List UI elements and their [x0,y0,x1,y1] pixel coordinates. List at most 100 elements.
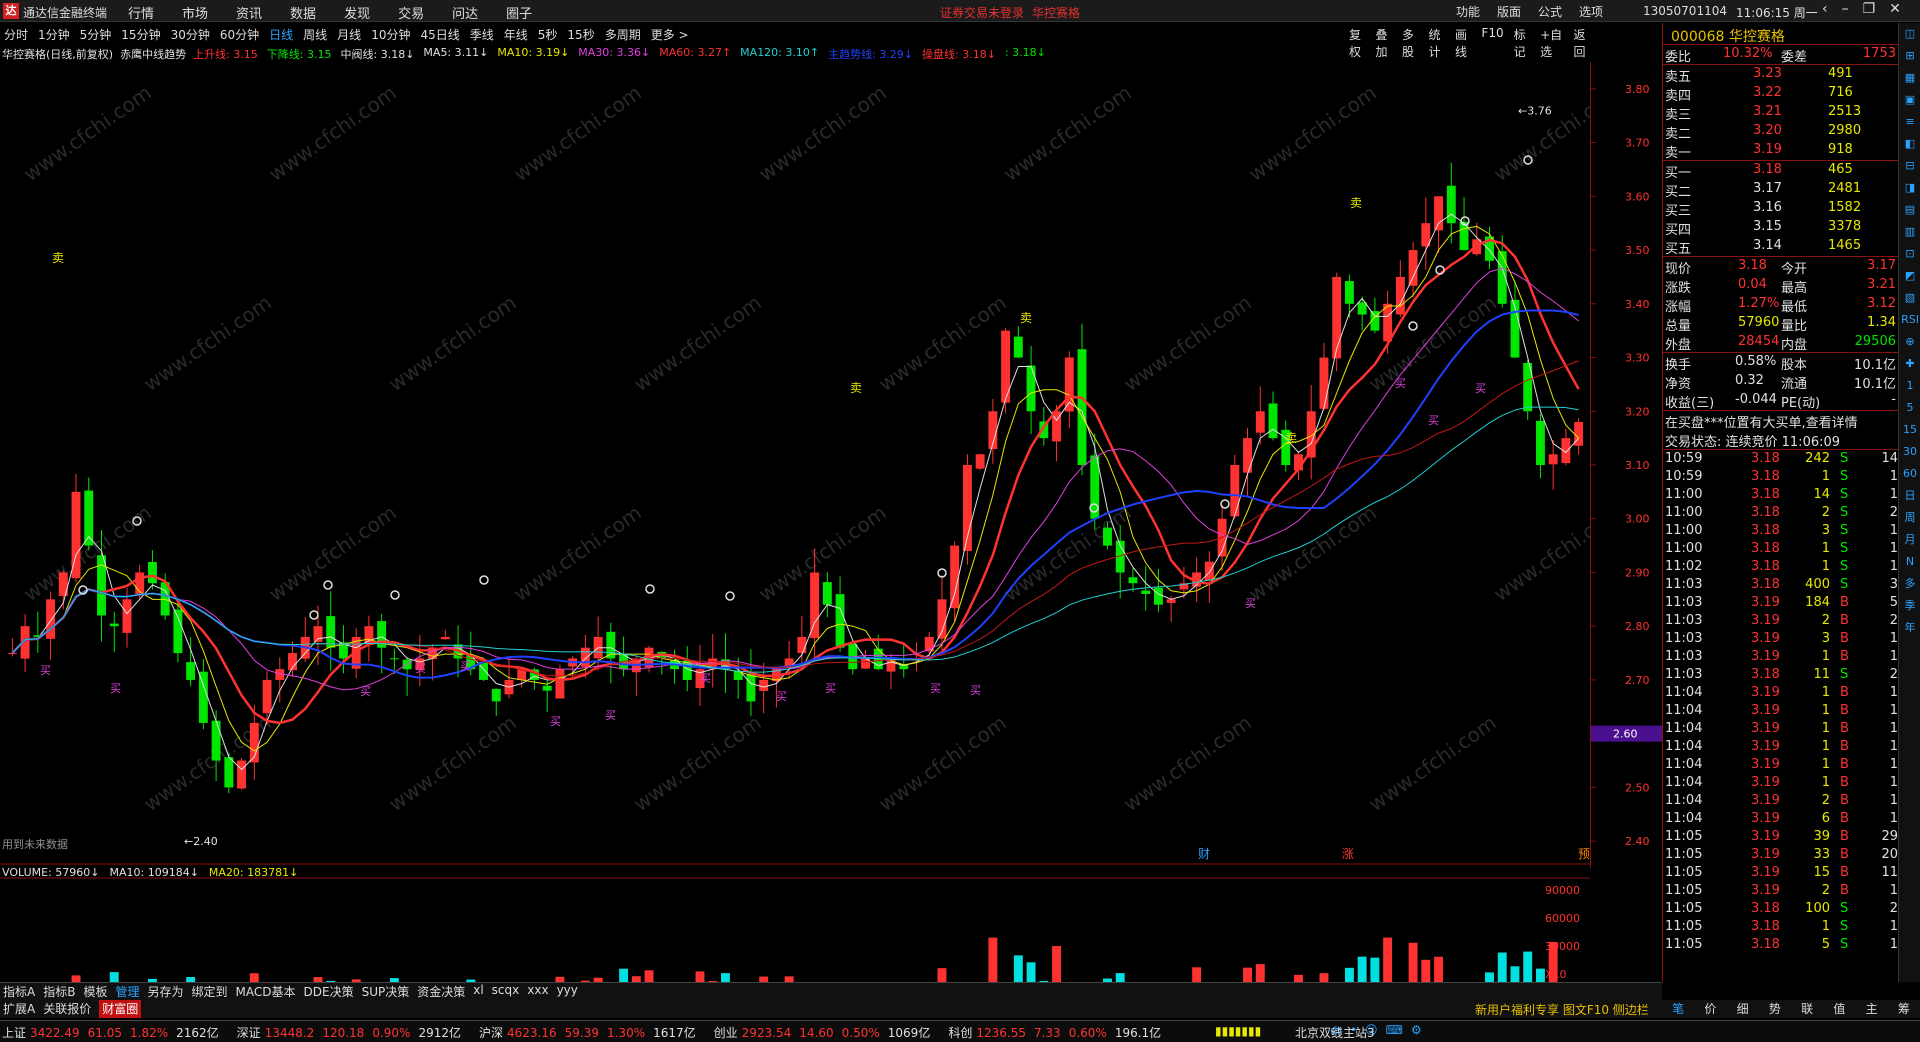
side-tool-27[interactable]: 年 [1899,617,1920,639]
side-tool-9[interactable]: ▥ [1899,221,1920,243]
right-menu-3[interactable]: 选项 [1579,3,1603,20]
period-tab-4[interactable]: 30分钟 [171,26,210,43]
indicator-tab-9[interactable]: 资金决策 [417,983,465,1000]
side-tool-6[interactable]: ⊟ [1899,155,1920,177]
side-tool-3[interactable]: ▣ [1899,89,1920,111]
menu-4[interactable]: 发现 [344,3,370,22]
ext-tab-2[interactable]: 财富圈 [99,1000,142,1018]
side-tool-18[interactable]: 15 [1899,419,1920,441]
side-tool-23[interactable]: 月 [1899,529,1920,551]
big-order-msg[interactable]: 在买盘***位置有大买单,查看详情 [1663,411,1920,431]
right-menu-1[interactable]: 版面 [1497,3,1521,20]
menu-0[interactable]: 行情 [128,3,154,22]
period-tab-13[interactable]: 5秒 [538,26,558,43]
indicator-tab-10[interactable]: xl [473,983,483,1000]
menu-7[interactable]: 圈子 [506,3,532,22]
quote-tab-5[interactable]: 值 [1833,1000,1845,1018]
period-tab-16[interactable]: 更多 > [651,26,689,43]
period-tab-7[interactable]: 周线 [303,26,327,43]
restore-icon[interactable]: ❐ [1863,1,1876,17]
index-0[interactable]: 上证 3422.49 61.05 1.82% 2162亿 [2,1024,219,1041]
index-4[interactable]: 科创 1236.55 7.33 0.60% 196.1亿 [948,1024,1161,1041]
side-tool-25[interactable]: 多 [1899,573,1920,595]
period-tab-10[interactable]: 45日线 [420,26,459,43]
side-tool-26[interactable]: 季 [1899,595,1920,617]
period-tab-12[interactable]: 年线 [504,26,528,43]
indicator-tab-11[interactable]: scqx [492,983,520,1000]
index-3[interactable]: 创业 2923.54 14.60 0.50% 1069亿 [714,1024,931,1041]
event-marker-1[interactable]: 涨 [1342,846,1354,861]
quote-tab-3[interactable]: 势 [1769,1000,1781,1018]
ext-tab-1[interactable]: 关联报价 [43,1000,91,1018]
right-menu-2[interactable]: 公式 [1538,3,1562,20]
quote-tab-2[interactable]: 细 [1737,1000,1749,1018]
indicator-tab-2[interactable]: 模板 [83,983,107,1000]
minimize-icon[interactable]: – [1842,1,1849,17]
quote-tab-6[interactable]: 主 [1866,1000,1878,1018]
indicator-tab-12[interactable]: xxx [527,983,548,1000]
side-tool-1[interactable]: ⊞ [1899,45,1920,67]
period-tab-2[interactable]: 5分钟 [80,26,112,43]
side-tool-21[interactable]: 日 [1899,485,1920,507]
event-marker-2[interactable]: 预 [1578,847,1590,861]
index-1[interactable]: 深证 13448.2 120.18 0.90% 2912亿 [237,1024,461,1041]
side-tool-20[interactable]: 60 [1899,463,1920,485]
period-tab-15[interactable]: 多周期 [605,26,641,43]
formula-name[interactable]: 赤鹰中线趋势 [120,46,186,62]
indicator-tab-6[interactable]: MACD基本 [236,983,296,1000]
indicator-tab-3[interactable]: 管理 [115,983,139,1000]
side-tool-13[interactable]: RSI [1899,309,1920,331]
side-tool-12[interactable]: ▧ [1899,287,1920,309]
period-tab-11[interactable]: 季线 [470,26,494,43]
side-tool-4[interactable]: ≡ [1899,111,1920,133]
side-tool-7[interactable]: ◨ [1899,177,1920,199]
side-tool-0[interactable]: ◫ [1899,23,1920,45]
ext-tab-0[interactable]: 扩展A [3,1000,35,1018]
stock-title[interactable]: 华控赛格(日线,前复权) [2,46,113,62]
trade-login-notice[interactable]: 证券交易未登录 [940,4,1024,21]
quote-tab-1[interactable]: 价 [1704,1000,1716,1018]
ime-3[interactable]: ⌨ [1386,1023,1403,1040]
period-tab-1[interactable]: 1分钟 [38,26,70,43]
side-tool-14[interactable]: ⊕ [1899,331,1920,353]
menu-3[interactable]: 数据 [290,3,316,22]
close-icon[interactable]: ✕ [1889,1,1901,17]
indicator-tab-7[interactable]: DDE决策 [304,983,354,1000]
side-tool-10[interactable]: ⊡ [1899,243,1920,265]
period-tab-5[interactable]: 60分钟 [220,26,259,43]
side-tool-2[interactable]: ▦ [1899,67,1920,89]
side-tool-15[interactable]: ✚ [1899,353,1920,375]
period-tab-14[interactable]: 15秒 [567,26,594,43]
side-tool-17[interactable]: 5 [1899,397,1920,419]
side-tool-8[interactable]: ▤ [1899,199,1920,221]
menu-1[interactable]: 市场 [182,3,208,22]
side-tool-5[interactable]: ◧ [1899,133,1920,155]
event-marker-0[interactable]: 财 [1198,847,1210,861]
period-tab-8[interactable]: 月线 [337,26,361,43]
menu-2[interactable]: 资讯 [236,3,262,22]
index-2[interactable]: 沪深 4623.16 59.39 1.30% 1617亿 [479,1024,696,1041]
side-tool-22[interactable]: 周 [1899,507,1920,529]
quote-tab-7[interactable]: 筹 [1898,1000,1910,1018]
server-name[interactable]: 北京双线主站3 [1295,1024,1375,1041]
period-tab-3[interactable]: 15分钟 [121,26,160,43]
indicator-tab-8[interactable]: SUP决策 [362,983,410,1000]
period-tab-6[interactable]: 日线 [269,26,293,43]
quote-tab-0[interactable]: 笔 [1672,1000,1684,1018]
indicator-tab-13[interactable]: yyy [557,983,578,1000]
side-tool-16[interactable]: 1 [1899,375,1920,397]
period-tab-0[interactable]: 分时 [4,26,28,43]
user-phone[interactable]: 13050701104 [1643,4,1727,18]
indicator-tab-0[interactable]: 指标A [3,983,35,1000]
quote-tab-4[interactable]: 联 [1801,1000,1813,1018]
tick-list[interactable]: 10:59 3.18 242 S 14 10:59 3.18 1 S 1 11:00 3.18 14 S 1… [1663,450,1920,954]
kline-chart[interactable]: www.cfchi.com www.cfchi.com www.cfchi.com w… [0,62,1590,982]
side-tool-24[interactable]: N [1899,551,1920,573]
indicator-tab-4[interactable]: 另存为 [147,983,183,1000]
menu-6[interactable]: 问达 [452,3,478,22]
current-stock-notice[interactable]: 华控赛格 [1032,4,1080,21]
period-tab-9[interactable]: 10分钟 [371,26,410,43]
ime-4[interactable]: ⚙ [1411,1023,1422,1040]
quote-title[interactable]: 000068 华控赛格 [1663,23,1920,45]
menu-5[interactable]: 交易 [398,3,424,22]
